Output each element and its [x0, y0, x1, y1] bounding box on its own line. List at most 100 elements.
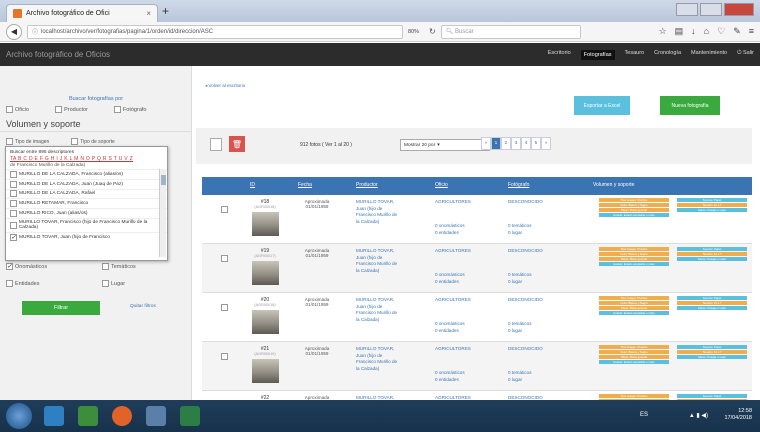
language-indicator[interactable]: ES [640, 412, 648, 418]
app-icon[interactable] [146, 406, 166, 426]
row-onomasticos[interactable]: 0 onomásticos 0 entidades [435, 223, 465, 236]
filter-button[interactable]: Filtrar [22, 301, 100, 315]
clear-filters-link[interactable]: Quitar filtros [130, 304, 156, 309]
menu-mantenimiento[interactable]: Mantenimiento [691, 50, 727, 60]
page-3[interactable]: 3 [511, 137, 521, 150]
row-fotografo[interactable]: DESCONOCIDO [508, 297, 543, 302]
new-tab-button[interactable]: + [162, 4, 169, 18]
close-window-button[interactable] [724, 3, 754, 16]
row-oficio[interactable]: AGRICULTORES [435, 248, 471, 253]
row-oficio[interactable]: AGRICULTORES [435, 297, 471, 302]
check-fotografo[interactable]: Fotógrafo [113, 106, 146, 113]
row-onomasticos[interactable]: 0 onomásticos 0 entidades [435, 370, 465, 383]
row-onomasticos[interactable]: 0 onomásticos 0 entidades [435, 321, 465, 334]
address-bar[interactable]: ⓘ localhost/archivo/ver/fotografias/pagi… [27, 24, 403, 39]
search-input[interactable]: 🔍︎ Buscar [440, 24, 581, 39]
explorer-icon[interactable] [44, 406, 64, 426]
menu-escritorio[interactable]: Escritorio [548, 50, 571, 60]
photo-thumbnail[interactable] [252, 261, 279, 285]
photo-thumbnail[interactable] [252, 310, 279, 334]
table-row[interactable]: #20 (AGR00018) Aproximada 01/01/1959 MURILLO… [202, 293, 752, 342]
menu-tesauro[interactable]: Tesauro [625, 50, 645, 60]
app-brand[interactable]: Archivo fotográfico de Oficios [6, 50, 110, 59]
bookmark-star-icon[interactable]: ☆ [659, 26, 667, 37]
menu-cronologia[interactable]: Cronología [654, 50, 681, 60]
back-to-desktop-link[interactable]: ◂ Volver al escritorio [205, 83, 245, 89]
extensions-icon[interactable]: ✎ [733, 26, 741, 37]
clock[interactable]: 12:58 17/04/2018 [724, 408, 752, 422]
download-icon[interactable]: ↓ [691, 26, 696, 37]
pocket-icon[interactable]: ♡ [717, 26, 725, 37]
maximize-button[interactable] [700, 3, 722, 16]
excel-icon[interactable] [180, 406, 200, 426]
page-4[interactable]: 4 [521, 137, 531, 150]
page-next[interactable]: » [541, 137, 551, 150]
firefox-icon[interactable] [112, 406, 132, 426]
col-productor[interactable]: Productor [356, 182, 378, 188]
check-tipo-imagen[interactable]: Tipo de imagen [6, 138, 49, 145]
row-tematicos[interactable]: 0 temáticos 0 lugar [508, 272, 532, 285]
row-fotografo[interactable]: DESCONOCIDO [508, 248, 543, 253]
check-tipo-soporte[interactable]: Tipo de soporte [71, 138, 115, 145]
select-all-checkbox[interactable] [210, 138, 222, 151]
page-2[interactable]: 2 [501, 137, 511, 150]
row-productor[interactable]: MURILLO TOVAR, Juan (hijo de Francisco Mur… [356, 199, 418, 225]
menu-salir[interactable]: ⏻ Salir [737, 50, 754, 60]
check-tematicos[interactable]: Temáticos [102, 263, 198, 270]
row-productor[interactable]: MURILLO TOVAR, Juan (hijo de Francisco Mur… [356, 346, 418, 372]
check-productor[interactable]: Productor [55, 106, 88, 113]
check-oficio[interactable]: Oficio [6, 106, 29, 113]
zoom-level[interactable]: 80% [408, 29, 424, 35]
table-row[interactable]: #21 (AGR00019) Aproximada 01/01/1959 MURILLO… [202, 342, 752, 391]
page-5[interactable]: 5 [531, 137, 541, 150]
row-checkbox[interactable] [221, 353, 228, 360]
row-onomasticos[interactable]: 0 onomásticos 0 entidades [435, 272, 465, 285]
row-checkbox[interactable] [221, 255, 228, 262]
row-tematicos[interactable]: 0 temáticos 0 lugar [508, 223, 532, 236]
row-tematicos[interactable]: 0 temáticos 0 lugar [508, 321, 532, 334]
page-1[interactable]: 1 [491, 137, 501, 150]
row-tematicos[interactable]: 0 temáticos 0 lugar [508, 370, 532, 383]
browser-tab[interactable]: Archivo fotográfico de Ofici × [6, 4, 158, 22]
col-oficio[interactable]: Oficio [435, 182, 448, 188]
delete-button[interactable]: 🗑︎ [229, 136, 245, 152]
minimize-button[interactable] [676, 3, 698, 16]
table-row[interactable]: #18 (AGR00018) Aproximada 01/01/1959 MURILLO… [202, 195, 752, 244]
new-photo-button[interactable]: Nueva fotografía [660, 96, 720, 115]
list-item[interactable]: MURILLO DE LA CALZADA, Juan (Juaq de Paz… [6, 178, 167, 189]
row-oficio[interactable]: AGRICULTORES [435, 199, 471, 204]
photo-thumbnail[interactable] [252, 212, 279, 236]
list-item[interactable]: MURILLO RICO, Juan (alias/os) [6, 208, 167, 218]
menu-icon[interactable]: ≡ [749, 26, 754, 37]
reading-list-icon[interactable]: ▤ [675, 26, 684, 37]
row-checkbox[interactable] [221, 206, 228, 213]
check-lugar[interactable]: Lugar [102, 280, 198, 287]
start-button[interactable] [6, 403, 32, 429]
scrollbar-thumb[interactable] [161, 175, 166, 185]
close-tab-icon[interactable]: × [146, 9, 151, 18]
check-onomasticos[interactable]: Onomásticos [6, 263, 102, 270]
row-productor[interactable]: MURILLO TOVAR, Juan (hijo de Francisco Mur… [356, 297, 418, 323]
col-fecha[interactable]: Fecha [298, 182, 312, 188]
system-tray[interactable]: ▲ ▮ ◀) [689, 412, 708, 419]
row-productor[interactable]: MURILLO TOVAR, Juan (hijo de Francisco Mur… [356, 248, 418, 274]
menu-fotografias[interactable]: Fotografías [580, 49, 615, 60]
row-fotografo[interactable]: DESCONOCIDO [508, 199, 543, 204]
col-fotografo[interactable]: Fotógrafo [508, 182, 529, 188]
list-item[interactable]: MURILLO RETAMAR, Francisco [6, 198, 167, 208]
page-prev[interactable]: « [481, 137, 491, 150]
row-fotografo[interactable]: DESCONOCIDO [508, 346, 543, 351]
col-id[interactable]: ID [250, 182, 255, 188]
check-entidades[interactable]: Entidades [6, 280, 102, 287]
row-oficio[interactable]: AGRICULTORES [435, 346, 471, 351]
list-item[interactable]: MURILLO DE LA CALZADA, Francisco (alias/… [6, 169, 167, 179]
popup-scrollbar[interactable] [159, 169, 166, 257]
table-row[interactable]: #19 (AGR00017) Aproximada 01/01/1959 MURILLO… [202, 244, 752, 293]
list-item[interactable]: MURILLO TOVAR, Juan (hijo de Francisco [6, 231, 167, 242]
list-item[interactable]: MURILLO DE LA CALZADA, Rafael [6, 188, 167, 199]
page-size-select[interactable]: Mostrar 20 por ▾ [400, 139, 490, 151]
list-item[interactable]: MURILLO TOVAR, Francisco (hijo de Franci… [6, 217, 167, 232]
back-button[interactable]: ◀ [6, 23, 22, 40]
row-checkbox[interactable] [221, 304, 228, 311]
reload-icon[interactable]: ↻ [429, 27, 436, 36]
